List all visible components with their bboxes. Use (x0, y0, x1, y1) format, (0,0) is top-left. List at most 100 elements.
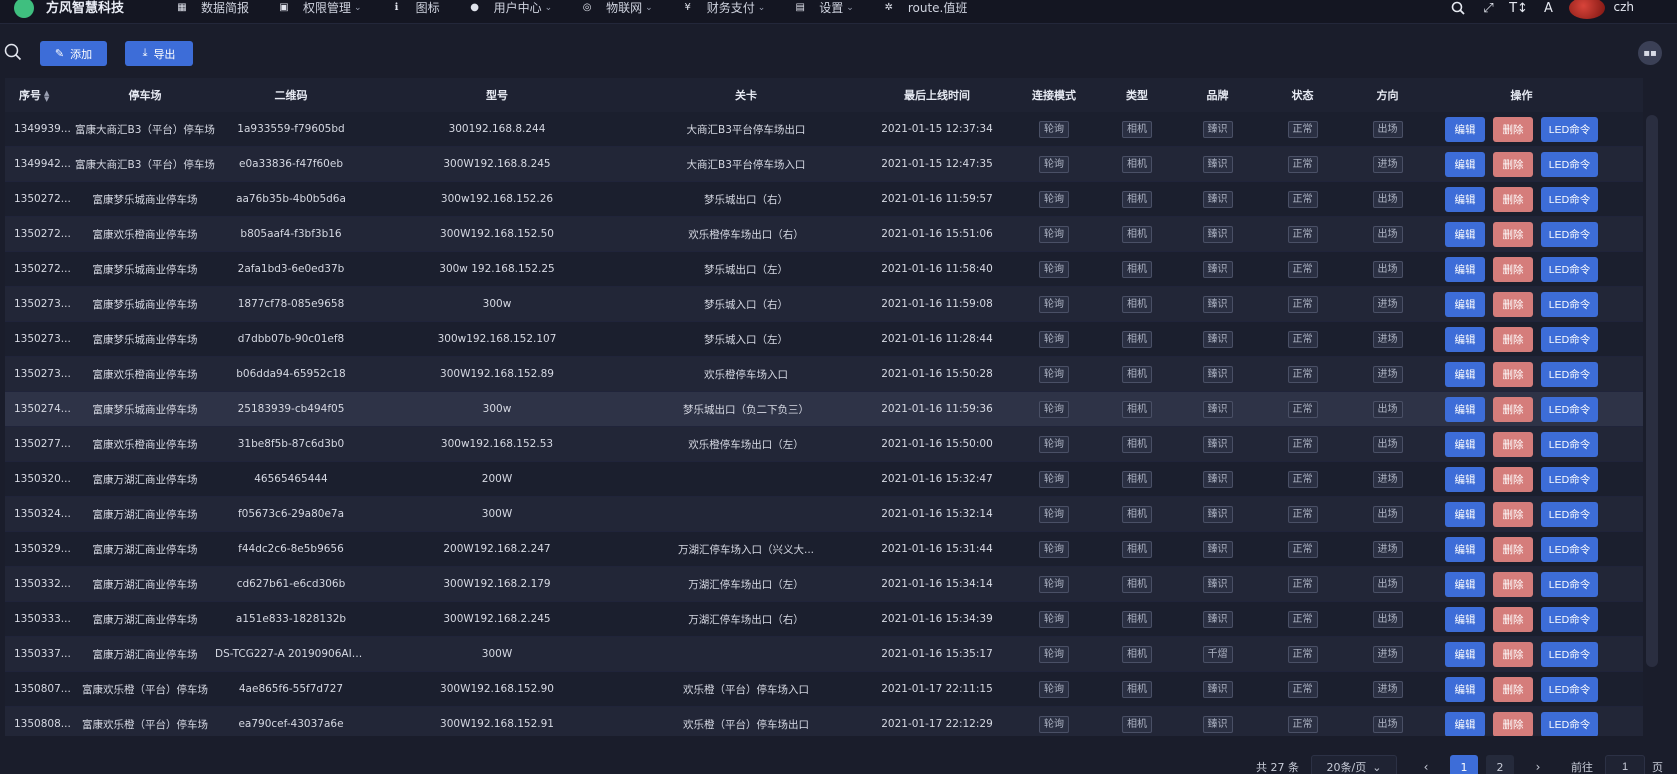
edit-button[interactable]: 编辑 (1445, 151, 1485, 177)
table-row[interactable]: 1350333... 富康万湖汇商业停车场 a151e833-1828132b 300… (5, 602, 1643, 637)
table-row[interactable]: 1350273... 富康欢乐橙商业停车场 b06dda94-65952c18 300… (5, 357, 1643, 392)
led-command-button[interactable]: LED命令 (1541, 536, 1598, 562)
edit-button[interactable]: 编辑 (1445, 571, 1485, 597)
edit-button[interactable]: 编辑 (1445, 326, 1485, 352)
edit-button[interactable]: 编辑 (1445, 676, 1485, 702)
delete-button[interactable]: 删除 (1493, 466, 1533, 492)
app-logo[interactable]: 方风智慧科技 (0, 0, 175, 24)
table-row[interactable]: 1350274... 富康梦乐城商业停车场 25183939-cb494f05 300… (5, 392, 1643, 427)
edit-button[interactable]: 编辑 (1445, 711, 1485, 736)
led-command-button[interactable]: LED命令 (1541, 641, 1598, 667)
table-row[interactable]: 1350808... 富康欢乐橙（平台）停车场 ea790cef-43037a6e 3… (5, 707, 1643, 736)
edit-button[interactable]: 编辑 (1445, 606, 1485, 632)
led-command-button[interactable]: LED命令 (1541, 116, 1598, 142)
table-row[interactable]: 1350272... 富康梦乐城商业停车场 aa76b35b-4b0b5d6a 300… (5, 182, 1643, 217)
delete-button[interactable]: 删除 (1493, 396, 1533, 422)
led-command-button[interactable]: LED命令 (1541, 466, 1598, 492)
edit-button[interactable]: 编辑 (1445, 396, 1485, 422)
search-icon[interactable] (1449, 0, 1467, 17)
edit-button[interactable]: 编辑 (1445, 641, 1485, 667)
language-icon[interactable]: A (1539, 0, 1557, 17)
next-page-button[interactable]: › (1526, 755, 1550, 774)
edit-button[interactable]: 编辑 (1445, 431, 1485, 457)
delete-button[interactable]: 删除 (1493, 151, 1533, 177)
nav-item-5[interactable]: ¥ 财务支付 ⌄ (681, 0, 766, 24)
delete-button[interactable]: 删除 (1493, 116, 1533, 142)
add-button[interactable]: ✎ 添加 (40, 41, 107, 66)
led-command-button[interactable]: LED命令 (1541, 221, 1598, 247)
table-row[interactable]: 1350807... 富康欢乐橙（平台）停车场 4ae865f6-55f7d727 3… (5, 672, 1643, 707)
username[interactable]: czh (1613, 0, 1634, 14)
edit-button[interactable]: 编辑 (1445, 361, 1485, 387)
delete-button[interactable]: 删除 (1493, 571, 1533, 597)
page-2-button[interactable]: 2 (1486, 755, 1514, 774)
grid-view-button[interactable]: ▪▪ (1638, 41, 1662, 65)
delete-button[interactable]: 删除 (1493, 536, 1533, 562)
edit-button[interactable]: 编辑 (1445, 501, 1485, 527)
export-button[interactable]: ⤓ 导出 (125, 41, 193, 66)
table-row[interactable]: 1349939... 富康大商汇B3（平台）停车场 1a933559-f79605b… (5, 112, 1643, 147)
nav-item-2[interactable]: ℹ 图标 (390, 0, 440, 24)
delete-button[interactable]: 删除 (1493, 326, 1533, 352)
nav-item-6[interactable]: ▤ 设置 ⌄ (793, 0, 854, 24)
prev-page-button[interactable]: ‹ (1414, 755, 1438, 774)
table-row[interactable]: 1350320... 富康万湖汇商业停车场 46565465444 200W 2021-… (5, 462, 1643, 497)
page-1-button[interactable]: 1 (1450, 755, 1478, 774)
nav-item-0[interactable]: ▦ 数据简报 (175, 0, 249, 24)
edit-button[interactable]: 编辑 (1445, 291, 1485, 317)
fullscreen-icon[interactable]: ⤢ (1479, 0, 1497, 17)
avatar[interactable] (1569, 0, 1606, 19)
column-header[interactable]: 序号 ▲ ▼ (5, 87, 75, 103)
edit-button[interactable]: 编辑 (1445, 221, 1485, 247)
sort-icon[interactable]: ▲ ▼ (44, 90, 49, 103)
table-row[interactable]: 1350277... 富康欢乐橙商业停车场 31be8f5b-87c6d3b0 300… (5, 427, 1643, 462)
table-row[interactable]: 1350273... 富康梦乐城商业停车场 1877cf78-085e9658 300… (5, 287, 1643, 322)
delete-button[interactable]: 删除 (1493, 256, 1533, 282)
led-command-button[interactable]: LED命令 (1541, 606, 1598, 632)
delete-button[interactable]: 删除 (1493, 361, 1533, 387)
edit-button[interactable]: 编辑 (1445, 536, 1485, 562)
delete-button[interactable]: 删除 (1493, 676, 1533, 702)
led-command-button[interactable]: LED命令 (1541, 326, 1598, 352)
delete-button[interactable]: 删除 (1493, 711, 1533, 736)
delete-button[interactable]: 删除 (1493, 186, 1533, 212)
page-size-select[interactable]: 20条/页 ⌄ (1311, 755, 1397, 774)
delete-button[interactable]: 删除 (1493, 501, 1533, 527)
nav-item-7[interactable]: ✲ route.值班 (882, 0, 968, 24)
table-row[interactable]: 1350324... 富康万湖汇商业停车场 f05673c6-29a80e7a 300… (5, 497, 1643, 532)
led-command-button[interactable]: LED命令 (1541, 571, 1598, 597)
goto-page-input[interactable] (1605, 755, 1645, 774)
led-command-button[interactable]: LED命令 (1541, 676, 1598, 702)
delete-button[interactable]: 删除 (1493, 291, 1533, 317)
nav-item-3[interactable]: ● 用户中心 ⌄ (468, 0, 552, 24)
table-row[interactable]: 1350272... 富康欢乐橙商业停车场 b805aaf4-f3bf3b16 300… (5, 217, 1643, 252)
delete-button[interactable]: 删除 (1493, 606, 1533, 632)
led-command-button[interactable]: LED命令 (1541, 431, 1598, 457)
table-row[interactable]: 1350332... 富康万湖汇商业停车场 cd627b61-e6cd306b 300… (5, 567, 1643, 602)
led-command-button[interactable]: LED命令 (1541, 256, 1598, 282)
led-command-button[interactable]: LED命令 (1541, 291, 1598, 317)
led-command-button[interactable]: LED命令 (1541, 186, 1598, 212)
delete-button[interactable]: 删除 (1493, 221, 1533, 247)
table-row[interactable]: 1350329... 富康万湖汇商业停车场 f44dc2c6-8e5b9656 200… (5, 532, 1643, 567)
edit-button[interactable]: 编辑 (1445, 186, 1485, 212)
table-row[interactable]: 1350272... 富康梦乐城商业停车场 2afa1bd3-6e0ed37b 300… (5, 252, 1643, 287)
search-icon[interactable] (4, 43, 24, 63)
led-command-button[interactable]: LED命令 (1541, 501, 1598, 527)
table-row[interactable]: 1350337... 富康万湖汇商业停车场 DS-TCG227-A 20190906… (5, 637, 1643, 672)
nav-item-4[interactable]: ◎ 物联网 ⌄ (580, 0, 653, 24)
led-command-button[interactable]: LED命令 (1541, 396, 1598, 422)
table-scrollbar[interactable] (1646, 115, 1658, 667)
delete-button[interactable]: 删除 (1493, 641, 1533, 667)
table-row[interactable]: 1350273... 富康梦乐城商业停车场 d7dbb07b-90c01ef8 300… (5, 322, 1643, 357)
delete-button[interactable]: 删除 (1493, 431, 1533, 457)
nav-item-1[interactable]: ▣ 权限管理 ⌄ (277, 0, 361, 24)
led-command-button[interactable]: LED命令 (1541, 361, 1598, 387)
edit-button[interactable]: 编辑 (1445, 256, 1485, 282)
table-row[interactable]: 1349942... 富康大商汇B3（平台）停车场 e0a33836-f47f60e… (5, 147, 1643, 182)
led-command-button[interactable]: LED命令 (1541, 711, 1598, 736)
edit-button[interactable]: 编辑 (1445, 466, 1485, 492)
led-command-button[interactable]: LED命令 (1541, 151, 1598, 177)
edit-button[interactable]: 编辑 (1445, 116, 1485, 142)
font-size-icon[interactable]: T↕ (1509, 0, 1528, 17)
